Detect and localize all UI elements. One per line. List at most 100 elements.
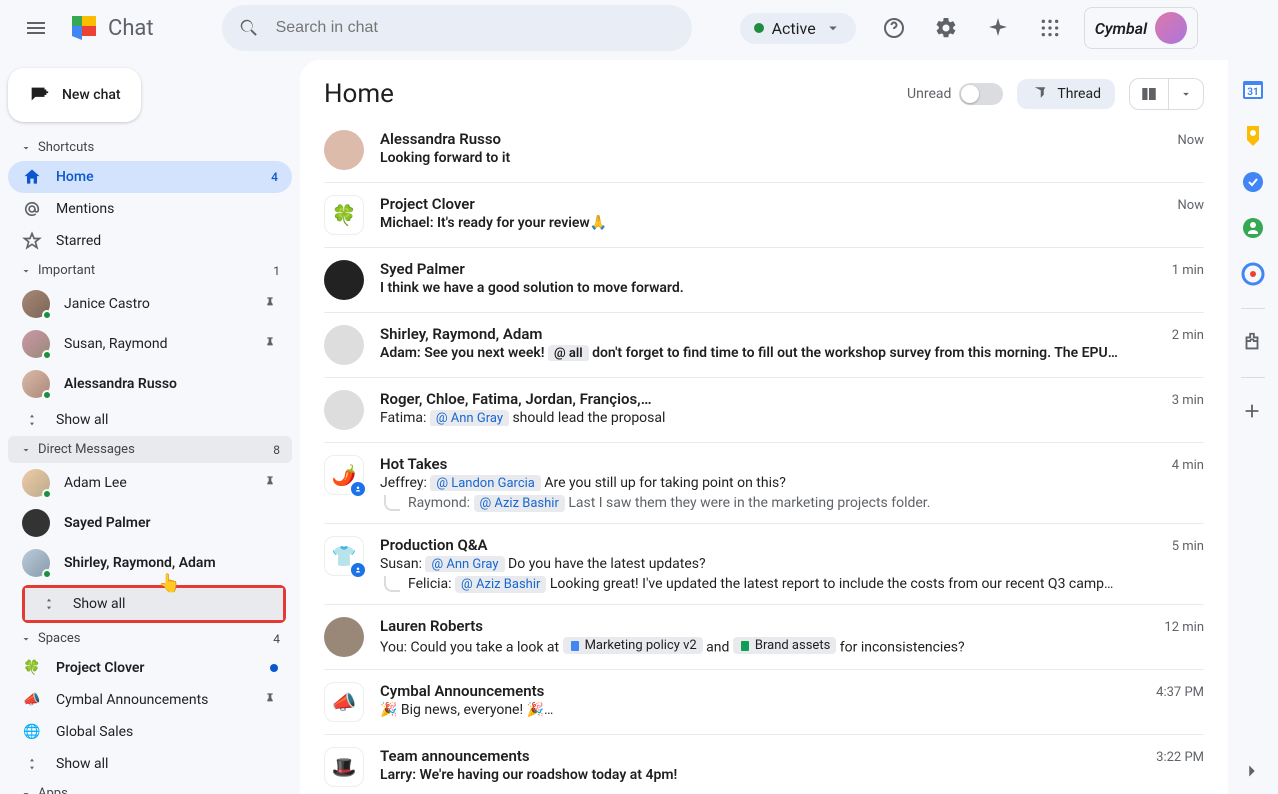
conversation-row[interactable]: Roger, Chloe, Fatima, Jordan, Françios,…… [324,378,1204,443]
conversation-avatar: 🍀 [324,195,364,235]
calendar-button[interactable]: 31 [1241,78,1265,102]
pin-icon [262,475,278,491]
sidebar-item-space[interactable]: 📣 Cymbal Announcements [8,684,292,716]
sidebar-item-dm[interactable]: Shirley, Raymond, Adam [8,543,292,583]
tutorial-highlight: Show all [22,585,286,623]
conversation-avatar [324,260,364,300]
view-switch-list[interactable] [1130,79,1169,109]
hamburger-icon [24,16,48,40]
space-badge-icon [349,561,367,579]
sidebar-item-important[interactable]: Susan, Raymond [8,324,292,364]
divider [1241,308,1265,309]
conversation-time: 1 min [1172,263,1204,278]
conversation-avatar: 🌶️ [324,455,364,495]
caret-down-icon [20,142,32,154]
apps-launcher-button[interactable] [1030,8,1070,48]
sidebar-item-space[interactable]: 🍀 Project Clover [8,652,292,684]
chevron-down-icon [1179,87,1193,101]
maps-button[interactable] [1241,262,1265,286]
conversation-preview: Fatima: @ Ann Gray should lead the propo… [380,410,1204,426]
doc-chip[interactable]: Marketing policy v2 [563,637,703,654]
important-header[interactable]: Important 1 [8,257,292,284]
gemini-button[interactable] [978,8,1018,48]
divider [1241,377,1265,378]
view-switcher[interactable] [1129,78,1204,110]
conversation-row[interactable]: 👕Production Q&A5 minSusan: @ Ann Gray Do… [324,524,1204,605]
conversation-row[interactable]: Lauren Roberts12 minYou: Could you take … [324,605,1204,670]
main-menu-button[interactable] [12,4,60,52]
pin-icon [262,336,278,352]
thread-filter[interactable]: Thread [1017,79,1115,109]
product-logo: Chat [68,12,154,44]
thread-reply: Raymond: @ Aziz Bashir Last I saw them t… [380,495,1204,511]
sidebar-item-dm[interactable]: Sayed Palmer [8,503,292,543]
sidebar-item-starred[interactable]: Starred [8,225,292,257]
sidebar-item-important[interactable]: Janice Castro [8,284,292,324]
svg-text:31: 31 [1247,87,1258,98]
view-switch-dropdown[interactable] [1169,81,1203,107]
conversation-row[interactable]: 🌶️Hot Takes4 minJeffrey: @ Landon Garcia… [324,443,1204,524]
search-bar[interactable] [222,5,692,51]
conversation-row[interactable]: Shirley, Raymond, Adam2 minAdam: See you… [324,313,1204,378]
conversation-time: 4:37 PM [1156,685,1204,700]
conversation-time: 3:22 PM [1156,750,1204,765]
status-selector[interactable]: Active [740,13,856,44]
pin-icon [262,692,278,708]
sidebar-item-important[interactable]: Alessandra Russo [8,364,292,404]
conversation-preview: I think we have a good solution to move … [380,280,1204,296]
sidebar-item-mentions[interactable]: Mentions [8,193,292,225]
conversation-row[interactable]: 🎩Team announcements3:22 PMLarry: We're h… [324,735,1204,794]
apps-grid-icon [1040,18,1060,38]
conversation-row[interactable]: Alessandra RussoNowLooking forward to it [324,118,1204,183]
star-icon [22,231,42,251]
collapse-rail-button[interactable] [1241,760,1265,784]
contacts-button[interactable] [1241,216,1265,240]
space-badge-icon [349,480,367,498]
new-chat-button[interactable]: New chat [8,68,141,122]
mention-chip: @ Aziz Bashir [474,495,565,512]
user-avatar [1155,12,1187,44]
expand-icon [39,594,59,614]
app-name: Chat [108,16,154,41]
sidebar-item-showall[interactable]: Show all [8,404,292,436]
sidebar-item-showall[interactable]: Show all [25,588,283,620]
keep-button[interactable] [1241,124,1265,148]
apps-header[interactable]: Apps [8,780,292,794]
spaces-header[interactable]: Spaces 4 [8,625,292,652]
caret-down-icon [20,788,32,794]
avatar [22,549,50,577]
conversation-title: Production Q&A [380,536,488,554]
avatar [22,330,50,358]
chevron-down-icon [824,19,842,37]
search-input[interactable] [276,19,676,37]
unread-toggle[interactable]: Unread [907,83,1003,105]
conversation-row[interactable]: Syed Palmer1 minI think we have a good s… [324,248,1204,313]
home-icon [22,167,42,187]
conversation-time: Now [1178,133,1204,148]
add-addon-button[interactable] [1241,400,1265,424]
help-button[interactable] [874,8,914,48]
mention-chip: @ Ann Gray [425,556,504,572]
settings-button[interactable] [926,8,966,48]
doc-chip[interactable]: Brand assets [733,637,836,654]
thread-reply: Felicia: @ Aziz Bashir Looking great! I'… [380,576,1204,592]
shortcuts-header[interactable]: Shortcuts [8,134,292,161]
account-switcher[interactable]: Cymbal [1084,7,1198,49]
sidebar-item-showall[interactable]: Show all [8,748,292,780]
sidebar-item-space[interactable]: 🌐 Global Sales [8,716,292,748]
conversation-time: Now [1178,198,1204,213]
sidebar-item-dm[interactable]: Adam Lee [8,463,292,503]
unread-dot [270,664,278,672]
dm-header[interactable]: Direct Messages 8 [8,436,292,463]
conversation-preview: Adam: See you next week! @ all don't for… [380,345,1204,361]
thread-icon [1031,85,1049,103]
conversation-time: 3 min [1172,393,1204,408]
conversation-row[interactable]: 🍀Project CloverNowMichael: It's ready fo… [324,183,1204,248]
conversation-preview: You: Could you take a look at Marketing … [380,637,1204,656]
conversation-title: Project Clover [380,195,475,213]
tasks-button[interactable] [1241,170,1265,194]
sidebar-item-home[interactable]: Home 4 [8,161,292,193]
toggle-switch[interactable] [959,83,1003,105]
addons-button[interactable] [1241,331,1265,355]
conversation-row[interactable]: 📣Cymbal Announcements4:37 PM🎉 Big news, … [324,670,1204,735]
